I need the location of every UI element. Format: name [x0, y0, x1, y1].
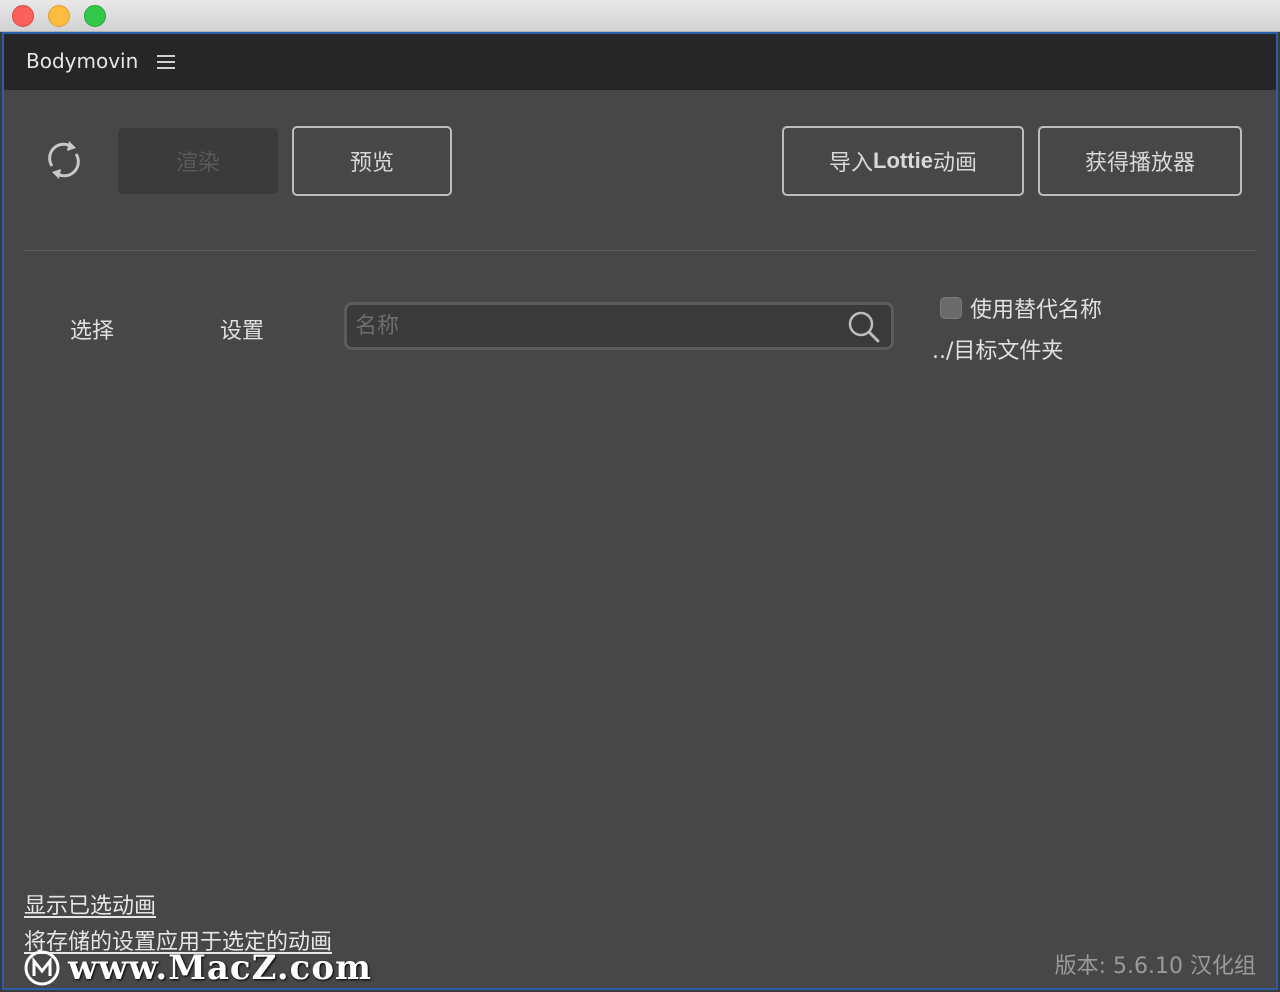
close-window-button[interactable] [12, 5, 34, 27]
hamburger-menu-icon[interactable] [157, 55, 175, 69]
alt-name-option[interactable]: 使用替代名称 [940, 292, 1102, 324]
search-input[interactable] [355, 311, 825, 341]
refresh-icon[interactable] [42, 138, 86, 182]
destination-folder-link[interactable]: ../目标文件夹 [932, 333, 1063, 365]
watermark-text: www.MacZ.com [68, 948, 373, 988]
version-label: 版本: 5.6.10 汉化组 [1054, 954, 1256, 979]
settings-column-header[interactable]: 设置 [220, 313, 264, 345]
alt-name-label: 使用替代名称 [970, 298, 1103, 323]
search-box [344, 302, 894, 350]
minimize-window-button[interactable] [48, 5, 70, 27]
toolbar-divider [24, 250, 1256, 251]
panel-title: Bodymovin [26, 49, 139, 73]
select-column-header[interactable]: 选择 [70, 313, 114, 345]
get-player-button[interactable]: 获得播放器 [1038, 126, 1242, 196]
bodymovin-panel: Bodymovin 渲染 预览 导入Lottie动画 获得播放器 选择 设置 使… [2, 32, 1278, 990]
import-lottie-bold: Lottie [873, 148, 933, 173]
import-lottie-prefix: 导入 [829, 151, 874, 176]
show-selected-link[interactable]: 显示已选动画 [24, 888, 156, 920]
search-icon[interactable] [847, 310, 881, 344]
preview-button[interactable]: 预览 [292, 126, 452, 196]
import-lottie-suffix: 动画 [932, 151, 977, 176]
macz-logo-icon [24, 950, 60, 986]
alt-name-checkbox[interactable] [940, 297, 962, 319]
watermark: www.MacZ.com [24, 948, 372, 988]
panel-header: Bodymovin [4, 34, 1276, 90]
import-lottie-button[interactable]: 导入 Lottie 动画 [782, 126, 1024, 196]
zoom-window-button[interactable] [84, 5, 106, 27]
window-titlebar [0, 0, 1280, 32]
render-button[interactable]: 渲染 [118, 128, 278, 194]
